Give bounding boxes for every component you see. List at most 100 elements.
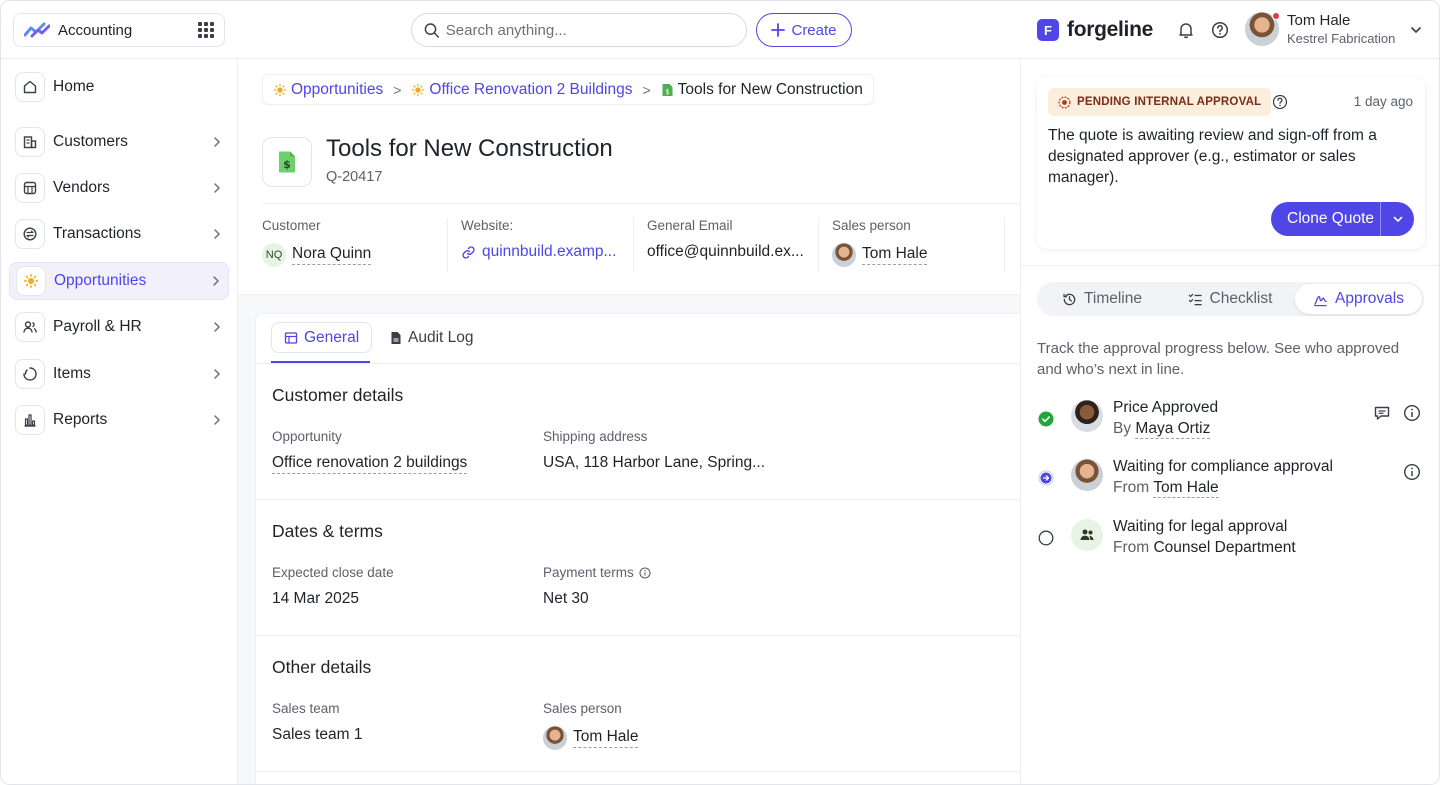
comment-icon[interactable] <box>1373 404 1391 422</box>
table-icon <box>284 331 298 344</box>
help-icon[interactable] <box>1211 21 1229 39</box>
plus-icon <box>771 23 786 37</box>
info-icon[interactable] <box>1403 463 1421 481</box>
field-sales-person: Sales person Tom Hale <box>543 701 639 750</box>
clone-quote-label[interactable]: Clone Quote <box>1271 210 1380 228</box>
salesperson-link[interactable]: Tom Hale <box>862 245 928 265</box>
approval-step-title: Waiting for legal approval <box>1113 518 1288 535</box>
sidebar-item-payroll-hr[interactable]: Payroll & HR <box>9 308 229 346</box>
approver-link[interactable]: Maya Ortiz <box>1135 420 1211 439</box>
chevron-right-icon <box>214 229 220 239</box>
sales-team-value: Sales team 1 <box>272 726 363 743</box>
section-dates-terms: Dates & terms Expected close date 14 Mar… <box>256 500 1021 636</box>
sidebar-item-items[interactable]: Items <box>9 355 229 393</box>
tab-timeline[interactable]: Timeline <box>1039 284 1165 314</box>
sidebar-item-label: Items <box>53 365 91 382</box>
sidebar-item-reports[interactable]: Reports <box>9 401 229 439</box>
approval-step: Waiting for compliance approval From Tom… <box>1037 455 1427 503</box>
app-name: Accounting <box>58 21 133 39</box>
info-icon[interactable] <box>639 566 651 579</box>
opportunity-link[interactable]: Office renovation 2 buildings <box>272 454 468 474</box>
field-label: Expected close date <box>272 565 394 580</box>
approval-step: Waiting for legal approval From Counsel … <box>1037 515 1427 563</box>
field-close-date: Expected close date 14 Mar 2025 <box>272 565 394 608</box>
approval-step-sub: From Tom Hale <box>1113 479 1219 498</box>
info-label: Customer <box>262 218 321 233</box>
user-menu[interactable]: Tom Hale Kestrel Fabrication <box>1245 12 1395 46</box>
approval-step-sub: By Maya Ortiz <box>1113 420 1211 439</box>
website-link[interactable]: quinnbuild.examp... <box>482 243 616 261</box>
help-icon[interactable] <box>1272 94 1288 110</box>
breadcrumb: Opportunities > Office Renovation 2 Buil… <box>262 74 874 105</box>
breadcrumb-opportunities[interactable]: Opportunities <box>273 81 383 99</box>
approval-step-sub: From Counsel Department <box>1113 539 1296 557</box>
active-tab-indicator <box>271 361 370 363</box>
create-button[interactable]: Create <box>756 13 852 47</box>
approval-prefix: From <box>1113 479 1150 496</box>
grid-icon[interactable] <box>198 22 214 38</box>
chevron-right-icon <box>214 369 220 379</box>
sidebar-item-opportunities[interactable]: Opportunities <box>9 262 229 300</box>
vendors-icon <box>23 181 37 195</box>
checklist-icon <box>1188 293 1202 305</box>
divider <box>447 218 448 272</box>
search-box[interactable] <box>411 13 747 47</box>
approvals-intro: Track the approval progress below. See w… <box>1037 340 1400 378</box>
approver-link[interactable]: Tom Hale <box>1153 479 1219 498</box>
user-org: Kestrel Fabrication <box>1287 31 1396 46</box>
customer-link[interactable]: Nora Quinn <box>292 245 372 265</box>
section-title: Customer details <box>272 385 404 405</box>
tab-general[interactable]: General <box>271 322 373 353</box>
salesperson-link[interactable]: Tom Hale <box>573 728 639 748</box>
info-email: General Email office@quinnbuild.ex... <box>647 218 817 272</box>
breadcrumb-label: Opportunities <box>291 80 384 98</box>
clone-quote-button: Clone Quote <box>1271 202 1414 236</box>
sidebar-item-home[interactable]: Home <box>9 68 229 106</box>
opportunities-icon <box>412 83 425 96</box>
approver-avatar <box>1071 459 1103 491</box>
approver-name: Counsel Department <box>1153 539 1296 556</box>
customer-avatar: NQ <box>262 243 286 267</box>
section-customer-details: Customer details Opportunity Office reno… <box>256 364 1021 500</box>
tab-checklist[interactable]: Checklist <box>1167 284 1293 314</box>
details-card: General Audit Log Customer details Oppor… <box>255 313 1021 784</box>
chevron-down-icon[interactable] <box>1409 23 1423 37</box>
info-salesperson: Sales person Tom Hale <box>832 218 1002 272</box>
sidebar-item-label: Transactions <box>53 225 142 242</box>
chevron-down-icon <box>1393 216 1402 222</box>
field-label: Opportunity <box>272 429 342 444</box>
clone-quote-dropdown[interactable] <box>1381 213 1414 225</box>
field-label: Sales team <box>272 701 340 716</box>
breadcrumb-office-renovation[interactable]: Office Renovation 2 Buildings <box>411 81 632 99</box>
email-value[interactable]: office@quinnbuild.ex... <box>647 243 804 261</box>
transactions-icon <box>23 227 37 241</box>
approvals-icon <box>1314 295 1327 306</box>
sidebar-item-label: Payroll & HR <box>53 318 142 335</box>
tab-audit-log[interactable]: Audit Log <box>378 322 486 353</box>
info-icon[interactable] <box>1403 404 1421 422</box>
tab-approvals[interactable]: Approvals <box>1295 284 1422 314</box>
sidebar-item-transactions[interactable]: Transactions <box>9 215 229 253</box>
accounting-logo-icon <box>24 22 50 38</box>
quote-id: Q-20417 <box>326 169 383 185</box>
app-switcher[interactable]: Accounting <box>13 13 225 47</box>
section-title: Dates & terms <box>272 521 383 541</box>
sidebar-item-label: Vendors <box>53 179 110 196</box>
divider <box>1004 218 1005 272</box>
bell-icon[interactable] <box>1177 21 1195 39</box>
sidebar-item-customers[interactable]: Customers <box>9 123 229 161</box>
field-opportunity: Opportunity Office renovation 2 building… <box>272 429 468 474</box>
sidebar-item-vendors[interactable]: Vendors <box>9 169 229 207</box>
info-label: Website: <box>461 218 514 233</box>
svg-text:$: $ <box>283 158 291 171</box>
approval-step: Price Approved By Maya Ortiz <box>1037 396 1427 444</box>
chevron-right-icon <box>214 415 220 425</box>
field-payment-terms: Payment terms Net 30 <box>543 565 651 608</box>
home-icon <box>23 80 37 94</box>
team-avatar <box>1071 519 1103 551</box>
team-icon <box>1080 529 1094 540</box>
reports-icon <box>24 414 36 427</box>
search-input[interactable] <box>445 21 734 39</box>
status-description: The quote is awaiting review and sign-of… <box>1048 127 1377 186</box>
info-label: Sales person <box>832 218 911 233</box>
